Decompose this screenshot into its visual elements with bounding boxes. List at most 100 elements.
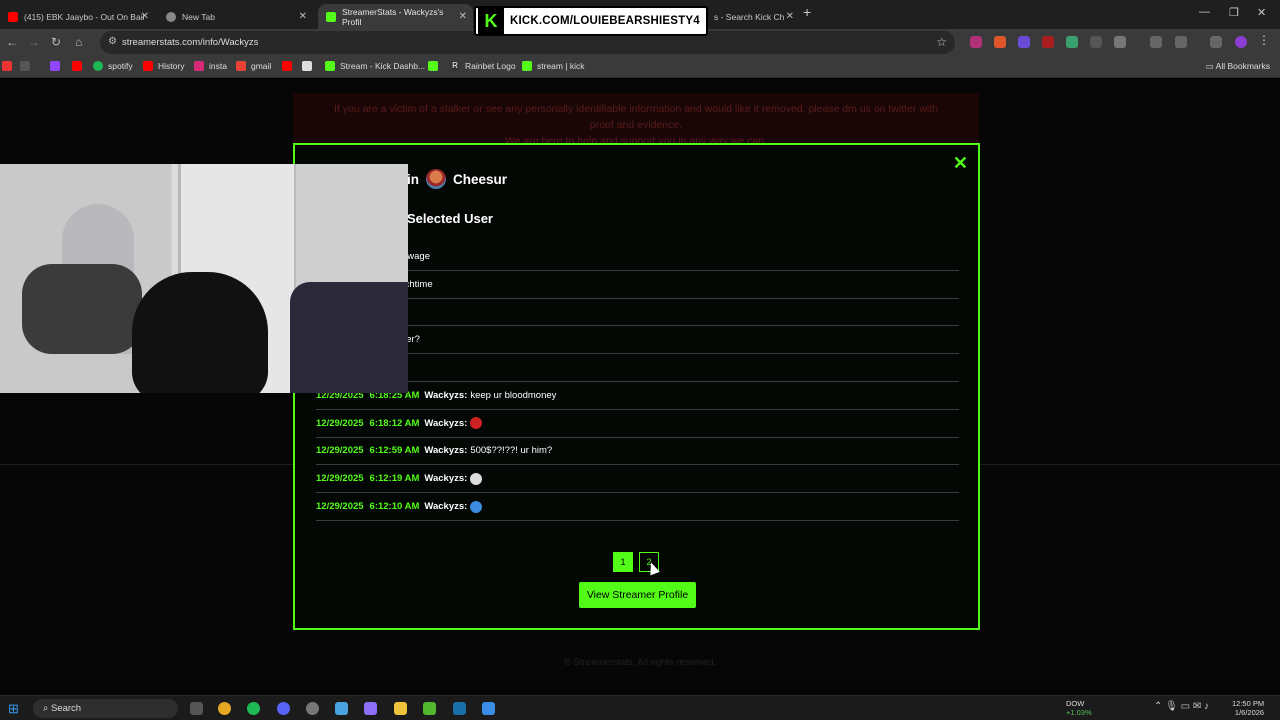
new-tab-icon[interactable]: +	[803, 4, 811, 20]
forward-icon[interactable]: →	[28, 35, 40, 49]
close-icon[interactable]: ✕	[459, 11, 467, 22]
spotify-taskbar-icon[interactable]	[247, 702, 260, 715]
sidebar-icon[interactable]	[1150, 36, 1162, 48]
message-user[interactable]: Wackyzs:	[424, 390, 467, 401]
folder-icon: ▭	[1205, 61, 1216, 71]
message-date: 12/29/2025	[316, 445, 364, 457]
apps-icon[interactable]	[20, 61, 35, 71]
system-tray[interactable]: ⌃ 🎙 ▭ ✉ ♪	[1154, 701, 1209, 712]
bookmark-gmail[interactable]: gmail	[236, 61, 271, 71]
extension-icon[interactable]	[994, 36, 1006, 48]
file-explorer-icon[interactable]	[394, 702, 407, 715]
x-icon	[302, 61, 312, 71]
bookmark-item[interactable]	[72, 61, 87, 71]
close-icon[interactable]: ✕	[786, 11, 794, 22]
bookmark-insta[interactable]: insta	[194, 61, 227, 71]
windows-taskbar: ⊞ ⌕ Search DOW +1.03% ⌃ 🎙 ▭ ✉ ♪ 12:50 PM…	[0, 695, 1280, 720]
close-icon[interactable]: ✕	[299, 11, 307, 22]
chat-message-row: 12/29/2025 6:18:12 AM Wackyzs:	[316, 410, 959, 438]
chat-message-row: 12/29/2025 6:12:59 AM Wackyzs: 500$??!??! u…	[316, 438, 959, 466]
youtube-icon	[8, 11, 18, 22]
emote-icon	[470, 472, 483, 485]
tab-title: New Tab	[182, 11, 215, 22]
search-label: Search	[50, 703, 82, 714]
bookmark-kick-dashboard[interactable]: Stream - Kick Dashb...	[325, 61, 425, 71]
view-streamer-profile-button[interactable]: View Streamer Profile	[579, 582, 696, 608]
game-taskbar-icon[interactable]	[364, 702, 377, 715]
bookmark-spotify[interactable]: spotify	[93, 61, 133, 71]
windows-start-icon[interactable]: ⊞	[8, 701, 19, 717]
taskbar-clock[interactable]: 12:50 PM 1/6/2026	[1232, 699, 1264, 717]
bookmark-history[interactable]: History	[143, 61, 184, 71]
profile-sync-icon[interactable]	[1175, 36, 1187, 48]
extension-icon[interactable]	[1042, 36, 1054, 48]
extension-icon[interactable]	[1090, 36, 1102, 48]
back-icon[interactable]: ←	[6, 35, 18, 49]
clock-time: 12:50 PM	[1232, 699, 1265, 708]
tab-youtube[interactable]: (415) EBK Jaaybo - Out On Bail ✕	[0, 4, 155, 29]
bookmark-label: insta	[209, 61, 227, 71]
bookmark-item[interactable]	[2, 61, 17, 71]
restore-icon[interactable]: ❐	[1229, 6, 1239, 19]
task-view-icon[interactable]	[190, 702, 203, 715]
bookmark-label: spotify	[108, 61, 133, 71]
all-bookmarks[interactable]: ▭ All Bookmarks	[1206, 61, 1270, 72]
selected-user-heading: Selected User	[407, 211, 493, 226]
message-user[interactable]: Wackyzs:	[424, 418, 467, 429]
site-info-icon[interactable]: ⚙	[108, 36, 117, 47]
media-icon[interactable]	[1210, 36, 1222, 48]
close-icon[interactable]: ✕	[141, 11, 149, 22]
chat-message-row: AMWackyzs:	[316, 354, 959, 382]
nvidia-taskbar-icon[interactable]	[423, 702, 436, 715]
bookmark-item[interactable]	[302, 61, 317, 71]
bookmark-rainbet[interactable]: R Rainbet Logo	[450, 61, 516, 71]
message-user[interactable]: Wackyzs:	[424, 445, 467, 456]
bookmark-item[interactable]	[50, 61, 65, 71]
message-date: 12/29/2025	[316, 501, 364, 513]
minimize-icon[interactable]: —	[1199, 6, 1210, 18]
app-taskbar-icon[interactable]	[482, 702, 495, 715]
channel-name[interactable]: Cheesur	[453, 172, 507, 187]
home-icon[interactable]: ⌂	[75, 35, 82, 49]
menu-icon[interactable]: ⋮	[1258, 33, 1270, 47]
extension-icon[interactable]	[1066, 36, 1078, 48]
extension-icon[interactable]	[970, 36, 982, 48]
bookmark-item[interactable]	[428, 61, 443, 71]
stock-change: +1.03%	[1066, 708, 1092, 717]
tab-streamerstats[interactable]: StreamerStats - Wackyzs's Profil ✕	[318, 4, 473, 29]
modal-close-icon[interactable]: ✕	[953, 153, 968, 174]
chrome-taskbar-icon[interactable]	[218, 702, 231, 715]
webcam-person	[132, 272, 268, 393]
settings-taskbar-icon[interactable]	[335, 702, 348, 715]
kick-icon	[522, 61, 532, 71]
bookmark-item[interactable]	[282, 61, 297, 71]
steam-taskbar-icon[interactable]	[453, 702, 466, 715]
message-user[interactable]: Wackyzs:	[424, 473, 467, 484]
chat-message-row: AMWackyzs:parker?	[316, 326, 959, 355]
profile-avatar[interactable]	[1235, 36, 1247, 48]
youtube-icon	[143, 61, 153, 71]
message-text: keep ur bloodmoney	[470, 389, 557, 401]
taskbar-search[interactable]: ⌕ Search	[33, 699, 178, 718]
extension-icon[interactable]	[1018, 36, 1030, 48]
tab-new-tab[interactable]: New Tab ✕	[158, 4, 313, 29]
discord-taskbar-icon[interactable]	[277, 702, 290, 715]
message-time: 6:18:12 AM	[369, 417, 420, 429]
reload-icon[interactable]: ↻	[51, 35, 61, 49]
extensions-puzzle-icon[interactable]	[1114, 36, 1126, 48]
footer-copyright: © Streamerstats, All rights reserved.	[563, 657, 717, 668]
message-user[interactable]: Wackyzs:	[424, 501, 467, 512]
tab-title: s - Search Kick Ch	[714, 11, 785, 22]
chat-message-row: PMWackyzs:!followage	[316, 243, 959, 271]
gmail-icon	[236, 61, 246, 71]
page-1-button[interactable]: 1	[613, 552, 633, 572]
youtube-icon	[282, 61, 292, 71]
chat-message-row: 12/29/2025 6:12:10 AM Wackyzs:	[316, 493, 959, 521]
tab-kick-search[interactable]: s - Search Kick Ch ✕	[706, 4, 796, 29]
bookmark-stream-kick[interactable]: stream | kick	[522, 61, 585, 71]
stock-widget[interactable]: DOW +1.03%	[1066, 699, 1092, 717]
bookmark-star-icon[interactable]: ☆	[936, 35, 947, 49]
bookmark-label: stream | kick	[537, 61, 585, 71]
window-close-icon[interactable]: ✕	[1257, 6, 1266, 19]
obs-taskbar-icon[interactable]	[306, 702, 319, 715]
